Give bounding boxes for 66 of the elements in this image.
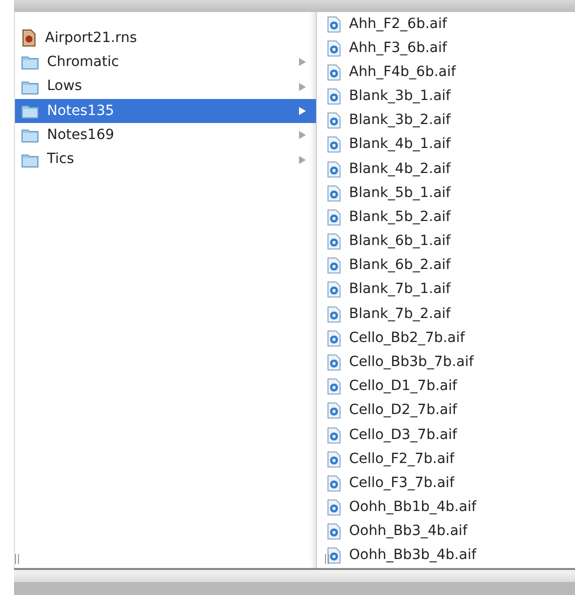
audio-file-icon [327,40,341,57]
folder-item[interactable]: Tics [15,147,316,172]
audio-file-icon [327,426,341,444]
audio-file-icon [327,112,341,130]
file-item[interactable]: Cello_Bb2_7b.aif [317,326,575,350]
audio-file-icon [327,523,341,540]
file-item[interactable]: Cello_D3_7b.aif [317,422,575,448]
audio-file-icon [327,233,341,250]
audio-file-icon [327,208,341,226]
audio-file-icon [327,184,341,202]
disclosure-arrow-icon [299,156,306,164]
audio-file-icon [327,16,341,33]
file-item[interactable]: Blank_7b_1.aif [317,278,575,302]
audio-file-icon [327,499,341,516]
disclosure-arrow-icon [299,58,306,66]
folder-icon [21,54,39,70]
folder-item[interactable]: Chromatic [15,50,316,75]
file-item[interactable]: Blank_4b_1.aif [317,132,575,158]
file-item[interactable]: Blank_5b_1.aif [317,181,575,206]
audio-file-icon [327,474,341,492]
folder-item[interactable]: Notes169 [15,123,316,148]
audio-file-icon [327,257,341,274]
folder-icon [21,127,39,144]
disclosure-arrow-icon [299,107,306,116]
disclosure-arrow-icon [299,131,306,140]
file-item[interactable]: Oohh_Bb3_4b.aif [317,520,575,544]
file-item[interactable]: Cello_D2_7b.aif [317,398,575,423]
file-item[interactable]: Cello_F2_7b.aif [317,447,575,472]
file-item[interactable]: Blank_5b_2.aif [317,205,575,230]
file-item[interactable]: Oohh_Bb1b_4b.aif [317,495,575,520]
file-item[interactable]: Cello_D1_7b.aif [317,374,575,399]
audio-file-icon [327,450,341,468]
column-resize-handle[interactable] [15,554,19,564]
folder-icon [21,103,39,120]
file-item[interactable]: Blank_6b_1.aif [317,230,575,254]
column-resize-handle[interactable] [325,554,329,564]
file-item[interactable]: Ahh_F2_6b.aif [317,12,575,36]
file-item[interactable]: Cello_Bb3b_7b.aif [317,350,575,375]
folder-item[interactable]: Lows [15,74,316,99]
file-item[interactable]: Blank_4b_2.aif [317,157,575,182]
audio-file-icon [327,547,341,564]
horizontal-scrollbar[interactable] [14,568,575,582]
audio-file-icon [327,306,341,323]
audio-file-icon [327,88,341,106]
file-item[interactable]: Ahh_F4b_6b.aif [317,60,575,85]
disclosure-arrow-icon [299,82,306,91]
audio-file-icon [327,281,341,298]
audio-file-icon [327,402,341,420]
document-icon [21,29,37,48]
file-item[interactable]: Blank_3b_2.aif [317,108,575,133]
file-item[interactable]: Oohh_Bb3b_4b.aif [317,544,575,568]
file-item[interactable]: Blank_7b_2.aif [317,302,575,326]
audio-file-icon [327,330,341,347]
audio-file-icon [327,354,341,371]
folder-icon [21,78,39,95]
audio-file-icon [327,160,341,178]
file-item[interactable]: Blank_6b_2.aif [317,254,575,278]
file-item[interactable]: Blank_3b_1.aif [317,84,575,109]
folder-item[interactable]: Notes135 [15,98,316,124]
audio-file-icon [327,136,341,154]
audio-file-icon [327,378,341,396]
file-item[interactable]: Airport21.rns [15,26,316,50]
file-item[interactable]: Ahh_F3_6b.aif [317,36,575,60]
folder-icon [21,152,39,168]
file-item[interactable]: Cello_F3_7b.aif [317,471,575,496]
audio-file-icon [327,64,341,81]
